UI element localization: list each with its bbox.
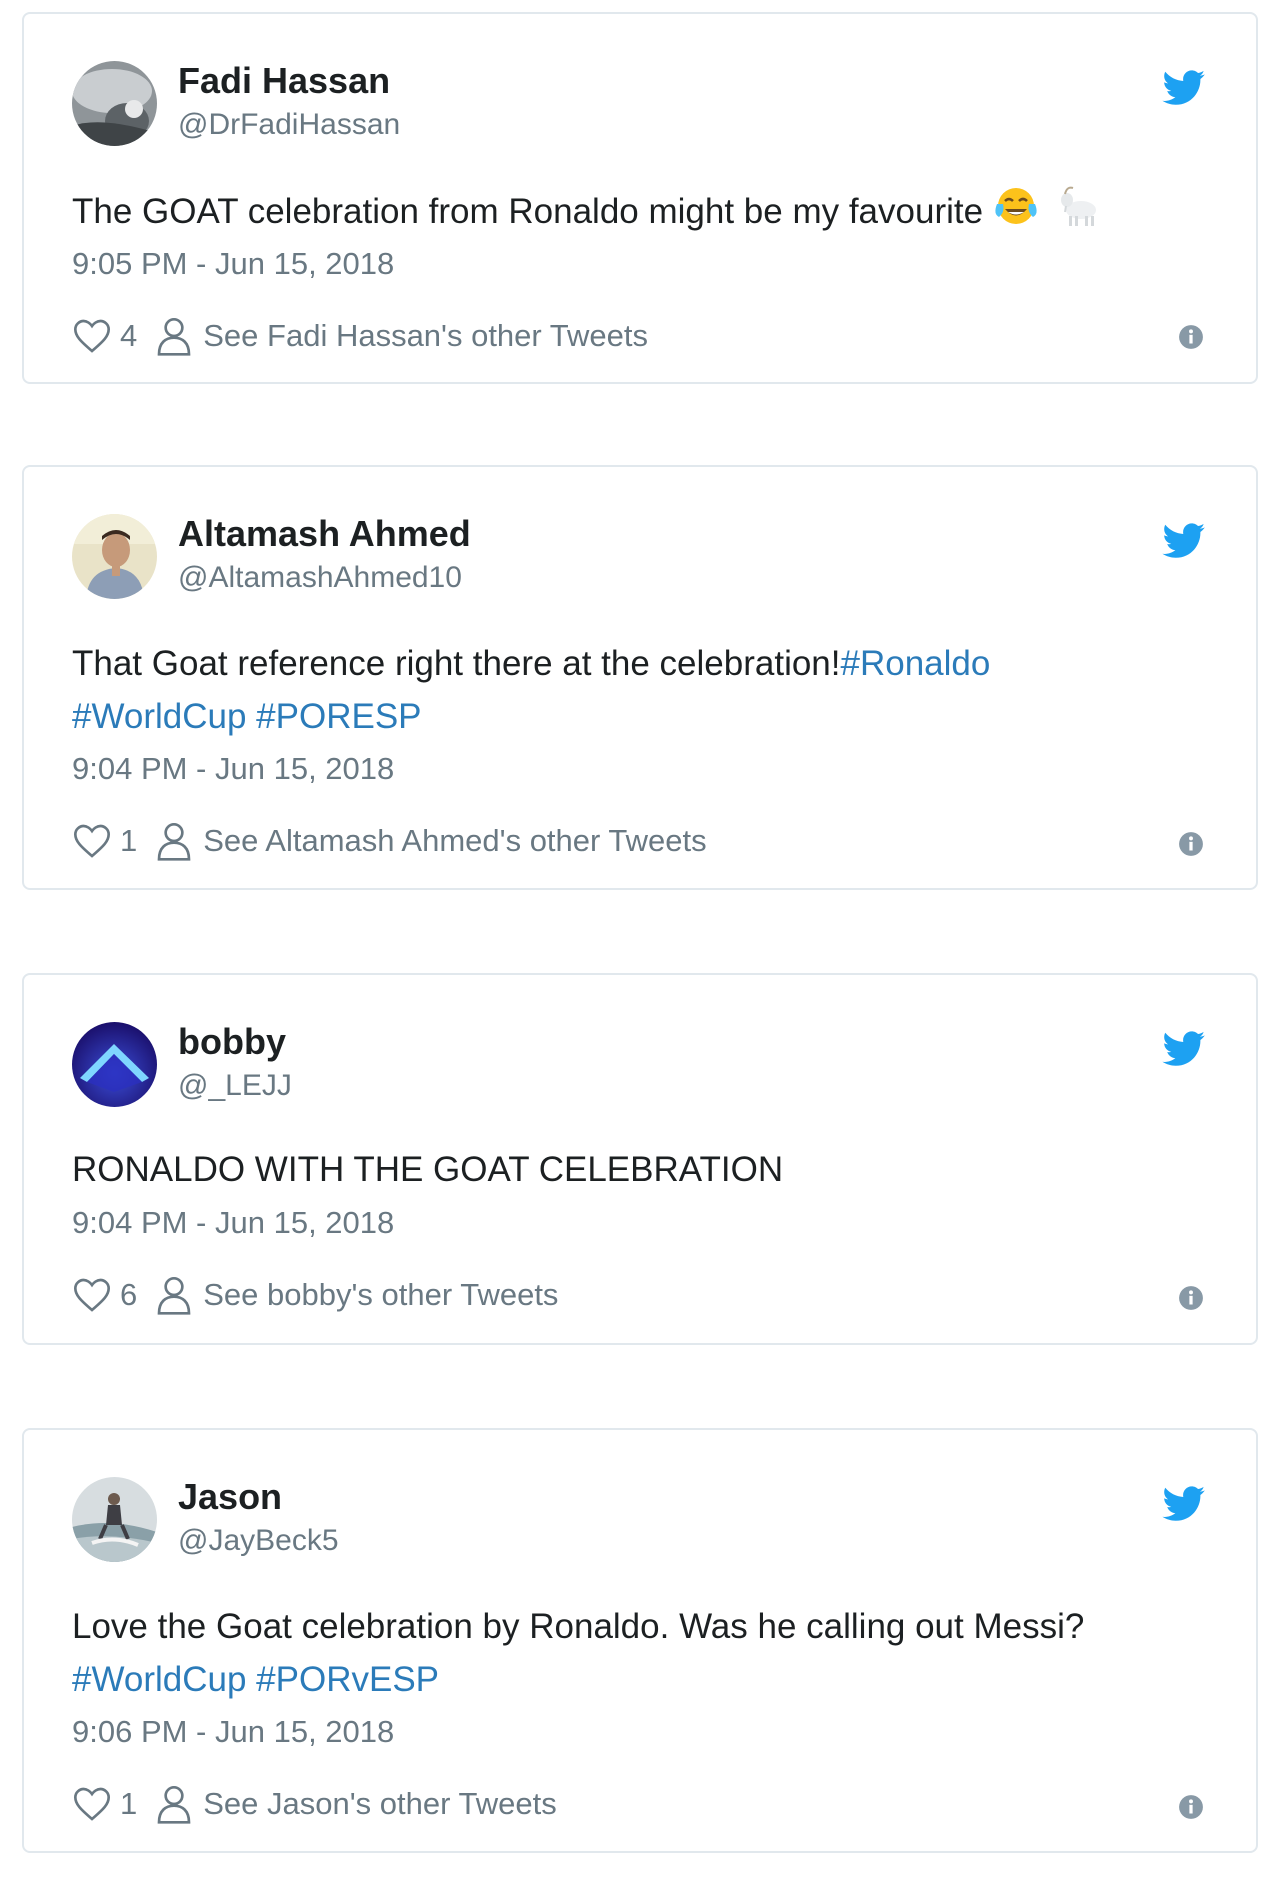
info-icon[interactable]: [1178, 324, 1204, 350]
hashtag-link[interactable]: #Ronaldo: [841, 644, 991, 683]
hashtag-link[interactable]: #PORESP: [256, 697, 421, 736]
like-count[interactable]: 1: [120, 1786, 137, 1822]
person-icon[interactable]: [157, 1275, 191, 1315]
tweet-text: Love the Goat celebration by Ronaldo. Wa…: [72, 1600, 1212, 1706]
goat-icon: [1059, 184, 1105, 243]
see-other-tweets-link[interactable]: See bobby's other Tweets: [203, 1277, 558, 1313]
tweet-card: Jason @JayBeck5 Love the Goat celebratio…: [22, 1428, 1258, 1853]
tweet-actions: 4 See Fadi Hassan's other Tweets: [72, 314, 648, 358]
like-count[interactable]: 1: [120, 823, 137, 859]
tweet-card: Fadi Hassan @DrFadiHassan The GOAT celeb…: [22, 12, 1258, 384]
like-count[interactable]: 6: [120, 1277, 137, 1313]
tweet-timestamp[interactable]: 9:04 PM - Jun 15, 2018: [72, 751, 394, 787]
heart-icon[interactable]: [72, 821, 112, 861]
tweet-text-content: The GOAT celebration from Ronaldo might …: [72, 191, 984, 231]
user-name[interactable]: Fadi Hassan: [178, 60, 390, 102]
user-name[interactable]: bobby: [178, 1021, 286, 1063]
avatar[interactable]: [72, 1022, 157, 1107]
user-name[interactable]: Jason: [178, 1476, 282, 1518]
see-other-tweets-link[interactable]: See Fadi Hassan's other Tweets: [203, 318, 648, 354]
tweet-text-content: That Goat reference right there at the c…: [72, 644, 841, 683]
hashtag-link[interactable]: #PORvESP: [256, 1660, 439, 1699]
person-icon[interactable]: [157, 821, 191, 861]
avatar[interactable]: [72, 61, 157, 146]
twitter-bird-icon[interactable]: [1162, 1486, 1206, 1522]
tweet-text: The GOAT celebration from Ronaldo might …: [72, 184, 1212, 243]
tweet-actions: 6 See bobby's other Tweets: [72, 1273, 558, 1317]
user-handle[interactable]: @DrFadiHassan: [178, 108, 400, 142]
like-count[interactable]: 4: [120, 318, 137, 354]
user-handle[interactable]: @AltamashAhmed10: [178, 561, 462, 595]
heart-icon[interactable]: [72, 1784, 112, 1824]
info-icon[interactable]: [1178, 1285, 1204, 1311]
face-with-tears-of-joy-icon: [993, 184, 1039, 243]
tweet-timestamp[interactable]: 9:04 PM - Jun 15, 2018: [72, 1205, 394, 1241]
person-icon[interactable]: [157, 1784, 191, 1824]
twitter-bird-icon[interactable]: [1162, 523, 1206, 559]
tweet-card: bobby @_LEJJ RONALDO WITH THE GOAT CELEB…: [22, 973, 1258, 1345]
tweet-actions: 1 See Altamash Ahmed's other Tweets: [72, 819, 707, 863]
twitter-bird-icon[interactable]: [1162, 1031, 1206, 1067]
user-name[interactable]: Altamash Ahmed: [178, 513, 471, 555]
tweet-text: RONALDO WITH THE GOAT CELEBRATION: [72, 1150, 784, 1189]
user-handle[interactable]: @_LEJJ: [178, 1069, 292, 1103]
avatar[interactable]: [72, 1477, 157, 1562]
tweet-card: Altamash Ahmed @AltamashAhmed10 That Goa…: [22, 465, 1258, 890]
see-other-tweets-link[interactable]: See Altamash Ahmed's other Tweets: [203, 823, 706, 859]
heart-icon[interactable]: [72, 316, 112, 356]
user-handle[interactable]: @JayBeck5: [178, 1524, 339, 1558]
avatar[interactable]: [72, 514, 157, 599]
tweet-text-content: Love the Goat celebration by Ronaldo. Wa…: [72, 1607, 1085, 1646]
see-other-tweets-link[interactable]: See Jason's other Tweets: [203, 1786, 556, 1822]
tweet-actions: 1 See Jason's other Tweets: [72, 1782, 557, 1826]
hashtag-link[interactable]: #WorldCup: [72, 1660, 246, 1699]
hashtag-link[interactable]: #WorldCup: [72, 697, 246, 736]
twitter-bird-icon[interactable]: [1162, 70, 1206, 106]
person-icon[interactable]: [157, 316, 191, 356]
tweet-text: That Goat reference right there at the c…: [72, 637, 1212, 743]
info-icon[interactable]: [1178, 831, 1204, 857]
heart-icon[interactable]: [72, 1275, 112, 1315]
tweet-timestamp[interactable]: 9:06 PM - Jun 15, 2018: [72, 1714, 394, 1750]
info-icon[interactable]: [1178, 1794, 1204, 1820]
tweet-timestamp[interactable]: 9:05 PM - Jun 15, 2018: [72, 246, 394, 282]
